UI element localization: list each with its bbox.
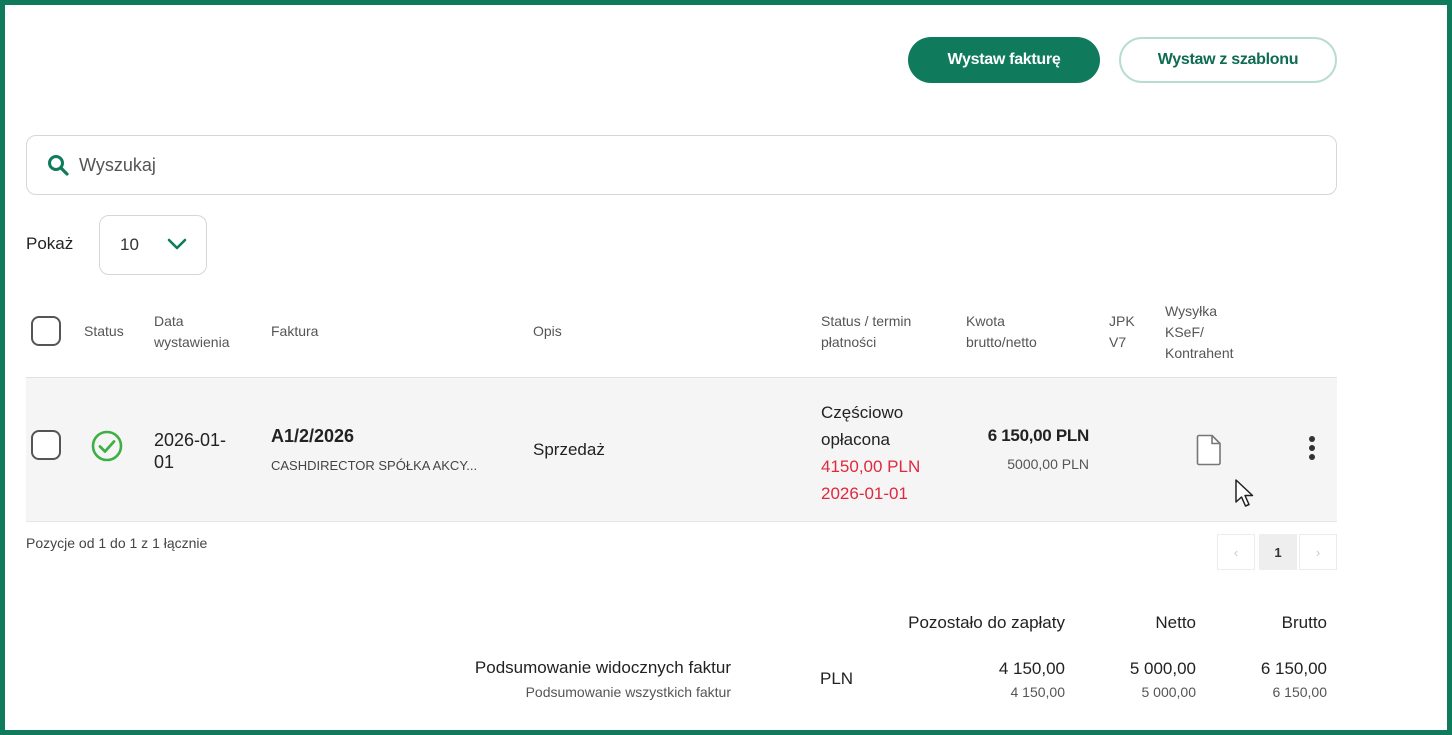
pagination-prev-button[interactable]: ‹ — [1217, 534, 1255, 570]
totals-all-net: 5 000,00 — [1141, 684, 1197, 700]
page-size-value: 10 — [120, 235, 139, 254]
totals-header-remaining: Pozostało do zapłaty — [908, 613, 1065, 632]
row-date-line1: 2026-01- — [154, 430, 227, 450]
row-date-line2: 01 — [154, 452, 175, 472]
header-date[interactable]: Data wystawienia — [154, 311, 229, 353]
search-box[interactable] — [26, 135, 1337, 195]
row-checkbox[interactable] — [31, 430, 61, 460]
row-net: 5000,00 PLN — [1007, 456, 1089, 472]
header-status-due-line2: płatności — [821, 334, 877, 350]
header-status-due[interactable]: Status / termin płatności — [821, 311, 911, 353]
check-circle-icon — [91, 430, 123, 467]
totals-visible-label: Podsumowanie widocznych faktur — [474, 658, 731, 677]
app-frame: Wystaw fakturę Wystaw z szablonu Pokaż 1… — [0, 0, 1452, 735]
row-due-date: 2026-01-01 — [821, 484, 908, 503]
totals-visible-gross: 6 150,00 — [1260, 659, 1327, 678]
totals-visible-remaining: 4 150,00 — [998, 659, 1065, 678]
header-ksef-line2: KSeF/ — [1165, 324, 1204, 340]
pagination-page-button[interactable]: 1 — [1259, 534, 1297, 570]
header-description[interactable]: Opis — [533, 321, 562, 342]
header-jpk-line1: JPK — [1109, 313, 1135, 329]
header-date-line2: wystawienia — [154, 334, 230, 350]
header-amount-line2: brutto/netto — [966, 334, 1037, 350]
totals-all-remaining: 4 150,00 — [1010, 684, 1066, 700]
header-status-due-line1: Status / termin — [821, 313, 912, 329]
search-input[interactable] — [79, 154, 1179, 176]
row-payment-status: Częściowo opłacona 4150,00 PLN 2026-01-0… — [821, 399, 920, 507]
more-options-icon[interactable] — [1305, 435, 1319, 468]
header-jpk[interactable]: JPK V7 — [1109, 311, 1135, 353]
row-remaining-amount: 4150,00 PLN — [821, 457, 921, 476]
header-jpk-line2: V7 — [1109, 334, 1127, 350]
totals-all-label: Podsumowanie wszystkich faktur — [525, 684, 731, 700]
search-icon — [45, 152, 71, 178]
header-date-line1: Data — [154, 313, 184, 329]
row-gross: 6 150,00 PLN — [987, 426, 1090, 445]
header-amount-line1: Kwota — [966, 313, 1005, 329]
issue-from-template-button[interactable]: Wystaw z szablonu — [1119, 37, 1337, 83]
header-ksef-line1: Wysyłka — [1165, 303, 1217, 319]
mouse-cursor-icon — [1235, 479, 1257, 514]
row-description: Sprzedaż — [533, 440, 605, 459]
row-status-line1: Częściowo — [821, 403, 904, 422]
pagination-summary: Pozycje od 1 do 1 z 1 łącznie — [26, 535, 208, 551]
row-invoice-number[interactable]: A1/2/2026 — [271, 426, 354, 447]
totals-header-gross: Brutto — [1281, 613, 1327, 632]
totals-header-net: Netto — [1155, 613, 1196, 632]
page-size-label: Pokaż — [26, 234, 74, 253]
totals-all-gross: 6 150,00 — [1272, 684, 1328, 700]
totals-visible-net: 5 000,00 — [1129, 659, 1196, 678]
page-size-select[interactable]: 10 — [99, 215, 207, 275]
header-ksef-line3: Kontrahent — [1165, 345, 1234, 361]
header-invoice[interactable]: Faktura — [271, 321, 318, 342]
header-status[interactable]: Status — [84, 321, 124, 342]
row-status-line2: opłacona — [821, 430, 891, 449]
chevron-down-icon — [166, 236, 188, 257]
totals-currency: PLN — [820, 669, 854, 688]
header-amount[interactable]: Kwota brutto/netto — [966, 311, 1037, 353]
row-date: 2026-01- 01 — [154, 429, 226, 473]
issue-invoice-button[interactable]: Wystaw fakturę — [908, 37, 1100, 83]
header-ksef[interactable]: Wysyłka KSeF/ Kontrahent — [1165, 301, 1234, 364]
row-contractor: CASHDIRECTOR SPÓŁKA AKCY... — [271, 458, 478, 473]
document-icon[interactable] — [1196, 434, 1222, 471]
select-all-checkbox[interactable] — [31, 316, 61, 346]
pagination-next-button[interactable]: › — [1299, 534, 1337, 570]
